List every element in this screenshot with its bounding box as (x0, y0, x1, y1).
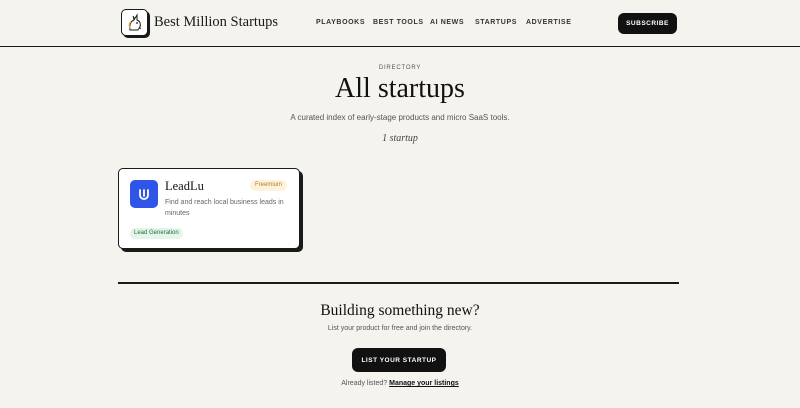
page-title: All startups (335, 73, 465, 104)
pricing-badge: Freemium (250, 180, 288, 191)
list-startup-button[interactable]: LIST YOUR STARTUP (352, 348, 446, 372)
startup-description: Find and reach local business leads in m… (165, 199, 284, 217)
startup-card[interactable]: LeadLu Freemium Find and reach local bus… (118, 168, 300, 249)
category-tag[interactable]: Lead Generation (130, 228, 183, 239)
startup-name[interactable]: LeadLu (165, 179, 204, 194)
subscribe-button[interactable]: SUBSCRIBE (618, 13, 677, 34)
nav-startups[interactable]: STARTUPS (475, 19, 517, 26)
already-listed-line: Already listed? Manage your listings (0, 380, 800, 387)
unicorn-logo-icon[interactable] (121, 9, 148, 36)
nav-advertise[interactable]: ADVERTISE (526, 19, 571, 26)
nav-ai-news[interactable]: AI NEWS (430, 19, 464, 26)
startup-count: 1 startup (382, 133, 418, 144)
site-header: Best Million Startups PLAYBOOKS BEST TOO… (0, 0, 800, 47)
cta-title: Building something new? (320, 302, 480, 319)
page-subtitle: A curated index of early-stage products … (290, 113, 510, 122)
manage-listings-link[interactable]: Manage your listings (389, 380, 459, 387)
leadlu-logo-icon (130, 180, 158, 208)
section-eyebrow: DIRECTORY (378, 65, 422, 71)
section-divider (118, 282, 679, 284)
nav-best-tools[interactable]: BEST TOOLS (373, 19, 424, 26)
brand-name[interactable]: Best Million Startups (154, 14, 278, 31)
cta-subtitle: List your product for free and join the … (327, 325, 473, 332)
already-listed-text: Already listed? (341, 380, 388, 387)
nav-playbooks[interactable]: PLAYBOOKS (316, 19, 365, 26)
